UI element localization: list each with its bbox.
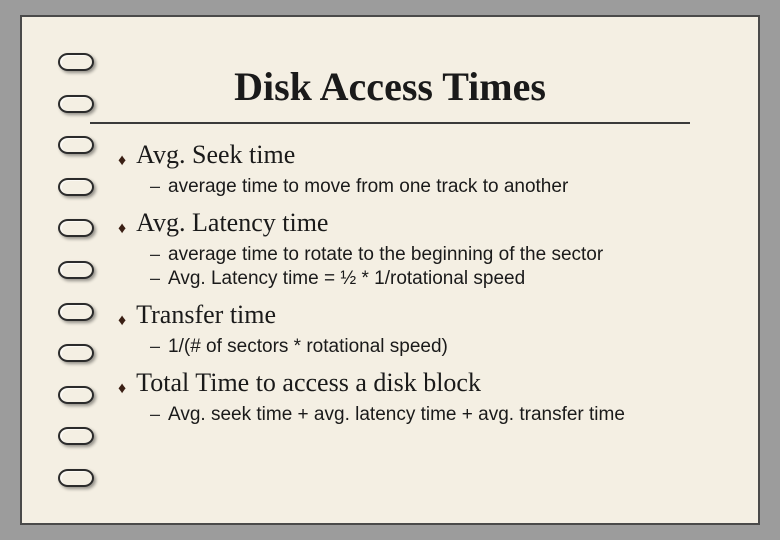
slide-content: ♦ Avg. Seek time – average time to move … — [70, 140, 710, 426]
bullet-label: Total Time to access a disk block — [136, 368, 481, 398]
sub-bullet-list: – Avg. seek time + avg. latency time + a… — [118, 404, 710, 426]
binder-ring-icon — [58, 386, 94, 404]
diamond-bullet-icon: ♦ — [118, 313, 126, 329]
binder-ring-icon — [58, 178, 94, 196]
sub-bullet-text: average time to rotate to the beginning … — [168, 244, 603, 266]
bullet-label: Transfer time — [136, 300, 276, 330]
binder-ring-column — [58, 53, 98, 487]
binder-ring-icon — [58, 219, 94, 237]
bullet-line: ♦ Total Time to access a disk block — [118, 368, 710, 398]
bullet-item: ♦ Total Time to access a disk block – Av… — [118, 368, 710, 426]
bullet-item: ♦ Avg. Seek time – average time to move … — [118, 140, 710, 198]
sub-bullet-text: 1/(# of sectors * rotational speed) — [168, 336, 448, 358]
bullet-line: ♦ Transfer time — [118, 300, 710, 330]
sub-bullet-item: – average time to move from one track to… — [150, 176, 710, 198]
bullet-item: ♦ Transfer time – 1/(# of sectors * rota… — [118, 300, 710, 358]
binder-ring-icon — [58, 53, 94, 71]
slide: Disk Access Times ♦ Avg. Seek time – ave… — [20, 15, 760, 525]
slide-title: Disk Access Times — [70, 63, 710, 110]
dash-bullet-icon: – — [150, 336, 160, 357]
title-underline — [90, 122, 690, 124]
bullet-line: ♦ Avg. Latency time — [118, 208, 710, 238]
dash-bullet-icon: – — [150, 176, 160, 197]
bullet-item: ♦ Avg. Latency time – average time to ro… — [118, 208, 710, 290]
sub-bullet-item: – average time to rotate to the beginnin… — [150, 244, 710, 266]
diamond-bullet-icon: ♦ — [118, 153, 126, 169]
dash-bullet-icon: – — [150, 244, 160, 265]
diamond-bullet-icon: ♦ — [118, 221, 126, 237]
sub-bullet-item: – 1/(# of sectors * rotational speed) — [150, 336, 710, 358]
dash-bullet-icon: – — [150, 404, 160, 425]
sub-bullet-text: Avg. seek time + avg. latency time + avg… — [168, 404, 625, 426]
sub-bullet-item: – Avg. Latency time = ½ * 1/rotational s… — [150, 268, 710, 290]
sub-bullet-text: average time to move from one track to a… — [168, 176, 568, 198]
binder-ring-icon — [58, 427, 94, 445]
binder-ring-icon — [58, 261, 94, 279]
sub-bullet-item: – Avg. seek time + avg. latency time + a… — [150, 404, 710, 426]
binder-ring-icon — [58, 469, 94, 487]
bullet-line: ♦ Avg. Seek time — [118, 140, 710, 170]
sub-bullet-list: – 1/(# of sectors * rotational speed) — [118, 336, 710, 358]
diamond-bullet-icon: ♦ — [118, 381, 126, 397]
bullet-label: Avg. Seek time — [136, 140, 295, 170]
sub-bullet-list: – average time to rotate to the beginnin… — [118, 244, 710, 290]
dash-bullet-icon: – — [150, 268, 160, 289]
bullet-label: Avg. Latency time — [136, 208, 328, 238]
binder-ring-icon — [58, 303, 94, 321]
binder-ring-icon — [58, 136, 94, 154]
sub-bullet-text: Avg. Latency time = ½ * 1/rotational spe… — [168, 268, 525, 290]
binder-ring-icon — [58, 95, 94, 113]
sub-bullet-list: – average time to move from one track to… — [118, 176, 710, 198]
binder-ring-icon — [58, 344, 94, 362]
